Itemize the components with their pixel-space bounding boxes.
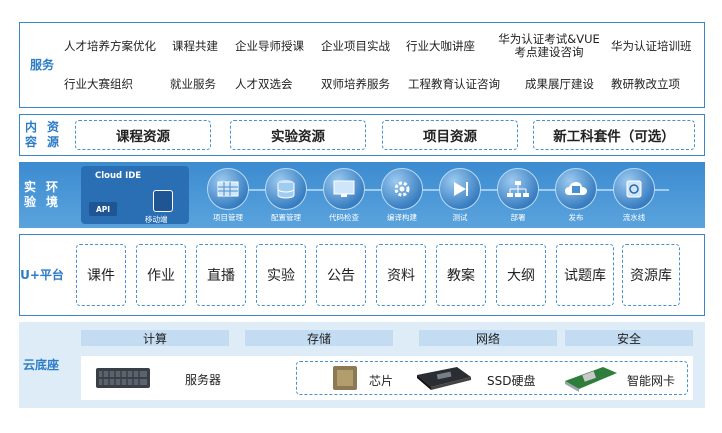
hardware-row: 服务器 芯片 SSD硬盘 智能网卡 — [81, 356, 693, 400]
service-item: 课程共建 — [172, 39, 218, 53]
play-icon — [439, 168, 481, 210]
service-item: 工程教育认证咨询 — [408, 77, 500, 91]
uplus-notice: 公告 — [316, 244, 366, 306]
mobile-label: 移动端 — [145, 215, 168, 224]
uplus-syllabus: 大纲 — [496, 244, 546, 306]
service-item: 双师培养服务 — [321, 77, 390, 91]
nic-label: 智能网卡 — [627, 374, 676, 388]
server-label: 服务器 — [185, 373, 222, 387]
uplus-live: 直播 — [196, 244, 246, 306]
services-label: 服务 — [29, 57, 54, 72]
service-item: 企业项目实战 — [321, 39, 390, 53]
pipeline-icon — [613, 168, 655, 210]
uplus-label: U+ 平台 — [20, 267, 64, 282]
service-item: 企业导师授课 — [235, 39, 304, 53]
service-item: 行业大赛组织 — [64, 77, 133, 91]
server-icon — [96, 368, 150, 388]
service-item: 华为认证培训班 — [611, 39, 692, 53]
node-release: 发布 — [549, 168, 603, 223]
cloud-band: 云底座 计算 存储 网络 安全 服务器 芯片 SSD硬盘 智能网卡 — [19, 322, 705, 408]
uplus-materials: 资料 — [376, 244, 426, 306]
service-item: 教研教改立项 — [611, 77, 680, 91]
service-item: 行业大咖讲座 — [406, 39, 475, 53]
cloud-storage: 存储 — [245, 330, 393, 346]
mobile-icon — [153, 190, 173, 212]
cloud-label: 云底座 — [22, 357, 59, 372]
service-item: 成果展厅建设 — [525, 77, 594, 91]
content-kit: 新工科套件（可选） — [533, 120, 695, 150]
service-item: 人才双选会 — [235, 77, 293, 91]
monitor-icon — [323, 168, 365, 210]
node-config-management: 配置管理 — [259, 168, 313, 223]
environment-band: 实验 环境 Cloud IDE API 移动端 项目管理 配置管理 代码检查 编… — [19, 162, 705, 228]
ssd-icon — [417, 367, 471, 390]
node-test: 测试 — [433, 168, 487, 223]
api-chip: API — [89, 202, 117, 216]
uplus-lesson-plan: 教案 — [436, 244, 486, 306]
environment-label: 实验 环境 — [23, 180, 58, 209]
solar-panel-icon — [207, 168, 249, 210]
cloud-ide-panel: Cloud IDE API 移动端 — [81, 166, 189, 224]
content-lab: 实验资源 — [230, 120, 366, 150]
service-item-vue-line2: 考点建设咨询 — [514, 45, 584, 59]
content-course: 课程资源 — [75, 120, 211, 150]
service-item-vue: 华为认证考试&VUE 考点建设咨询 — [488, 33, 610, 59]
service-item: 就业服务 — [170, 77, 216, 91]
uplus-question-bank: 试题库 — [556, 244, 614, 306]
node-code-check: 代码检查 — [317, 168, 371, 223]
network-tree-icon — [497, 168, 539, 210]
content-band: 内容 资源 课程资源 实验资源 项目资源 新工科套件（可选） — [19, 114, 705, 156]
service-item: 人才培养方案优化 — [64, 39, 156, 53]
uplus-homework: 作业 — [136, 244, 186, 306]
node-project-management: 项目管理 — [201, 168, 255, 223]
gear-icon — [381, 168, 423, 210]
uplus-resource-library: 资源库 — [622, 244, 680, 306]
cloud-security: 安全 — [565, 330, 693, 346]
node-build: 编译构建 — [375, 168, 429, 223]
cloud-network: 网络 — [419, 330, 557, 346]
node-pipeline: 流水线 — [607, 168, 661, 223]
content-label: 内容 资源 — [24, 120, 59, 149]
services-band: 服务 人才培养方案优化 课程共建 企业导师授课 企业项目实战 行业大咖讲座 华为… — [19, 22, 705, 108]
cloud-compute: 计算 — [81, 330, 229, 346]
ssd-label: SSD硬盘 — [487, 374, 536, 388]
uplus-courseware: 课件 — [76, 244, 126, 306]
chip-icon — [333, 366, 357, 390]
smart-nic-icon — [565, 367, 617, 392]
chip-label: 芯片 — [369, 374, 394, 388]
cloud-app-icon — [555, 168, 597, 210]
cloud-ide-title: Cloud IDE — [95, 171, 142, 181]
hardware-group: 芯片 SSD硬盘 智能网卡 — [296, 361, 688, 395]
database-icon — [265, 168, 307, 210]
node-deploy: 部署 — [491, 168, 545, 223]
uplus-lab: 实验 — [256, 244, 306, 306]
uplus-band: U+ 平台 课件 作业 直播 实验 公告 资料 教案 大纲 试题库 资源库 — [19, 234, 705, 316]
content-project: 项目资源 — [382, 120, 518, 150]
